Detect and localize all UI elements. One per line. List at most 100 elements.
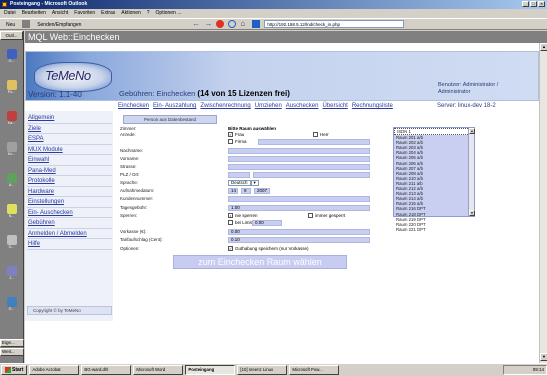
herr-option[interactable]: Herr [313, 132, 329, 138]
scroll-down-icon[interactable]: ▼ [540, 353, 547, 361]
day-field[interactable]: 14 [228, 188, 238, 194]
page-scrollbar[interactable]: ▲ ▼ [539, 43, 547, 363]
year-field[interactable]: 2007 [254, 188, 270, 194]
scroll-down-icon[interactable]: ▼ [469, 210, 475, 216]
taskbar-button[interactable]: Adobe Acrobat [29, 365, 80, 375]
outlook-bar-header[interactable]: Outl... [0, 31, 23, 40]
outlook-bar-item[interactable]: A... [3, 173, 20, 189]
nav-link-übersicht[interactable]: Übersicht [322, 103, 347, 109]
strasse-field[interactable] [228, 164, 370, 170]
guthabung-checkbox[interactable]: ✓ [228, 246, 233, 252]
bei-limit-option[interactable]: bei Limit [228, 220, 252, 226]
minimize-icon[interactable]: _ [522, 1, 529, 7]
room-list[interactable]: ISDN 1 Raum 201 a/b Raum 202 a/b Raum 203 a… [393, 127, 475, 232]
kunden-field[interactable] [228, 196, 370, 202]
scroll-up-icon[interactable]: ▲ [540, 43, 547, 51]
taskbar-button[interactable]: [10] sreenz Linux [237, 365, 288, 375]
nav-link-einchecken[interactable]: Einchecken [118, 103, 149, 109]
room-option[interactable]: Raum 221 DPT [394, 227, 474, 232]
sidebar-item-einstellungen[interactable]: Einstellungen [28, 199, 64, 205]
outlook-bar-item[interactable]: J... [3, 266, 20, 282]
menu-item-ansicht[interactable]: Ansicht [52, 9, 68, 18]
outlook-bar-item[interactable]: Ko... [3, 142, 20, 158]
plz-field[interactable] [228, 172, 250, 178]
sidebar-item-gebühren[interactable]: Gebühren [28, 220, 55, 226]
room-option[interactable]: ISDN 1 [394, 128, 474, 136]
outlook-bar-item[interactable]: Po... [3, 80, 20, 96]
nie-sperren-option[interactable]: • nie sperren [228, 213, 258, 219]
close-icon[interactable]: × [538, 1, 545, 7]
sidebar-item-espa[interactable]: ESPA [28, 136, 44, 142]
nie-sperren-radio[interactable]: • [228, 213, 233, 219]
patient-from-db-button[interactable]: Person aus Datenbestand [123, 115, 217, 124]
print-icon[interactable] [22, 20, 31, 28]
outlook-bar-item[interactable]: G... [3, 235, 20, 251]
outlook-bar-item[interactable]: O... [3, 49, 20, 65]
guthabung-option[interactable]: ✓ Guthabung speichern (nur Vorkasse) [228, 246, 309, 252]
nav-link-zwischenrechnung[interactable]: Zwischenrechnung [200, 103, 250, 109]
stop-icon[interactable] [216, 20, 225, 28]
herr-checkbox[interactable] [313, 132, 318, 138]
vorname-field[interactable] [228, 156, 370, 162]
firma-checkbox[interactable] [228, 139, 233, 145]
sidebar-item-pana-med[interactable]: Pana-Med [28, 168, 56, 174]
nav-link-umziehen[interactable]: Umziehen [255, 103, 282, 109]
sidebar-item-mux-module[interactable]: MUX Module [28, 147, 63, 153]
frau-checkbox[interactable]: ✓ [228, 132, 233, 138]
maximize-icon[interactable]: □ [530, 1, 537, 7]
menu-item-aktionen[interactable]: Aktionen [121, 9, 140, 18]
refresh-icon[interactable] [228, 20, 237, 28]
firma-field[interactable] [258, 139, 370, 145]
month-field[interactable]: 9 [241, 188, 251, 194]
sidebar-item-hilfe[interactable]: Hilfe [28, 241, 40, 247]
menu-item-optionen[interactable]: Optionen ... [156, 9, 182, 18]
nachname-field[interactable] [228, 148, 370, 154]
nav-link-rechnungsliste[interactable]: Rechnungsliste [352, 103, 393, 109]
tages-field[interactable]: 1.00 [228, 205, 370, 211]
sidebar-item-allgemein[interactable]: Allgemein [28, 115, 54, 121]
favorites-icon[interactable] [252, 20, 261, 28]
room-list-scrollbar[interactable]: ▲ ▼ [468, 128, 475, 216]
taskbar-button[interactable]: BG-ward.dhl [81, 365, 132, 375]
sidebar-item-einwahl[interactable]: Einwahl [28, 157, 49, 163]
own-shortcuts-button[interactable]: Eige... [0, 339, 24, 347]
sidebar-item-ziele[interactable]: Ziele [28, 126, 41, 132]
start-button[interactable]: Start [1, 365, 28, 375]
home-icon[interactable]: ⌂ [240, 20, 248, 28]
sidebar-item-ein-auschecken[interactable]: Ein- Auschecken [28, 210, 73, 216]
sidebar-item-hardware[interactable]: Hardware [28, 189, 54, 195]
menu-item-favoriten[interactable]: Favoriten [74, 9, 95, 18]
submit-button[interactable]: zum Einchecken Raum wählen [173, 255, 347, 269]
taskbar-button[interactable]: Microsoft Word [133, 365, 184, 375]
sidebar-item-protokolle[interactable]: Protokolle [28, 178, 55, 184]
menu-item-bearbeiten[interactable]: Bearbeiten [22, 9, 46, 18]
vorkasse-field[interactable]: 0.00 [228, 229, 370, 235]
nav-link-auschecken[interactable]: Auschecken [286, 103, 319, 109]
outlook-bar-item[interactable]: N... [3, 204, 20, 220]
ort-field[interactable] [253, 172, 370, 178]
address-input[interactable]: http://192.168.5.12/lnd/check_in.php [264, 20, 405, 28]
nav-link-ein-auszahlung[interactable]: Ein- Auszahlung [153, 103, 196, 109]
back-icon[interactable]: ← [192, 20, 200, 28]
menu-item-[interactable]: ? [147, 9, 150, 18]
chevron-down-icon[interactable]: ▾ [250, 180, 259, 186]
taskbar-button[interactable]: Posteingang [185, 365, 236, 375]
sprache-select[interactable]: Deutsch ▾ [228, 180, 259, 186]
sidebar-item-anmelden-abmelden[interactable]: Anmelden / Abmelden [28, 231, 87, 237]
outlook-bar-item[interactable]: Ka... [3, 111, 20, 127]
menu-item-datei[interactable]: Datei [4, 9, 16, 18]
immer-gesperrt-radio[interactable] [308, 213, 313, 219]
tarif-field[interactable]: 0.10 [228, 237, 370, 243]
menu-item-extras[interactable]: Extras [101, 9, 115, 18]
send-receive-button[interactable]: Senden/Empfangen [34, 20, 84, 29]
new-button[interactable]: Neu [3, 20, 18, 29]
taskbar-button[interactable]: Microsoft Pow... [289, 365, 340, 375]
firma-option[interactable]: Firma [228, 139, 247, 145]
bei-limit-radio[interactable] [228, 220, 233, 226]
outlook-bar-item[interactable]: Ö... [3, 297, 20, 313]
frau-option[interactable]: ✓ Frau [228, 132, 244, 138]
other-shortcuts-button[interactable]: Weit... [0, 348, 24, 356]
limit-field[interactable]: 0.00 [252, 220, 282, 226]
immer-gesperrt-option[interactable]: immer gesperrt [308, 213, 345, 219]
forward-icon[interactable]: → [204, 20, 212, 28]
